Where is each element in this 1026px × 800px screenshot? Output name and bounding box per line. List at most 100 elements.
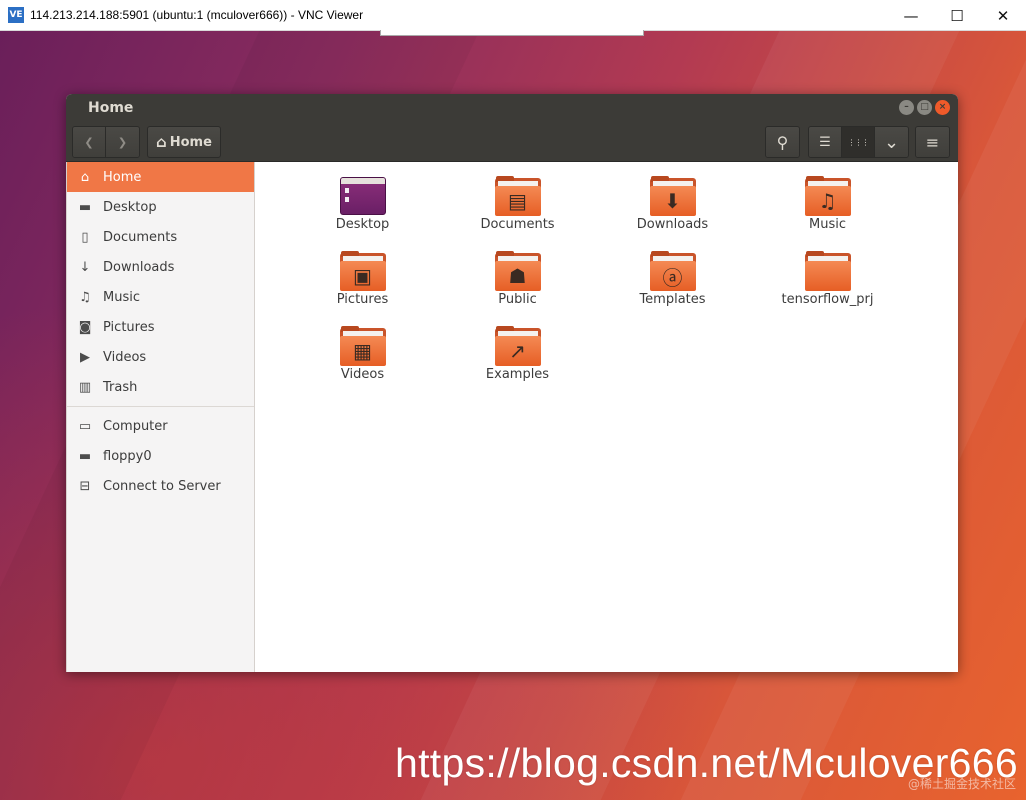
templates-folder-icon: ⓐ [649, 251, 697, 291]
home-icon: ⌂ [80, 169, 90, 185]
sidebar: ⌂ Home ▬ Desktop ▯ Documents ↓ Downloads ♫ Music ◙… [66, 162, 255, 672]
music-icon: ♫ [79, 289, 91, 305]
file-label: Downloads [636, 217, 709, 232]
file-item-public[interactable]: ☗ Public [440, 251, 595, 326]
trash-icon: ▥ [78, 379, 92, 395]
menu-button-group: ≡ [915, 126, 950, 158]
sidebar-item-label: Downloads [103, 259, 175, 275]
grid-view-button[interactable]: ⋮⋮⋮ [842, 127, 875, 157]
forward-button[interactable]: ❯ [106, 127, 139, 157]
sidebar-item-label: Music [103, 289, 140, 305]
folder-emblem: ⬇ [664, 189, 681, 213]
downloads-folder-icon: ⬇ [649, 176, 697, 216]
file-item-templates[interactable]: ⓐ Templates [595, 251, 750, 326]
search-button[interactable]: ⚲ [766, 127, 799, 157]
vnc-maximize-button[interactable]: ☐ [934, 0, 980, 31]
sidebar-item-label: floppy0 [103, 448, 152, 464]
sidebar-item-label: Pictures [103, 319, 155, 335]
window-title: Home [88, 100, 134, 116]
path-bar-home-button[interactable]: ⌂ Home [147, 126, 221, 158]
file-label: tensorflow_prj [781, 292, 874, 307]
folder-emblem: ▦ [353, 339, 372, 363]
file-view[interactable]: Desktop ▤ Documents ⬇ Downloads ♫ Music ▣ Pictur… [255, 162, 958, 672]
view-options-button[interactable]: ⌄ [875, 127, 908, 157]
file-manager-title-bar[interactable]: Home – □ × [66, 94, 958, 122]
sidebar-item-home[interactable]: ⌂ Home [67, 162, 254, 192]
computer-icon: ▭ [78, 418, 92, 434]
window-maximize-button[interactable]: □ [917, 100, 932, 115]
folder-emblem: ☗ [508, 264, 527, 288]
list-icon: ☰ [819, 134, 831, 150]
sidebar-item-floppy0[interactable]: ▬ floppy0 [67, 441, 254, 471]
back-button[interactable]: ❮ [73, 127, 106, 157]
home-icon: ⌂ [156, 133, 167, 151]
navigation-buttons: ❮ ❯ [72, 126, 140, 158]
vnc-minimize-button[interactable]: — [888, 0, 934, 31]
examples-folder-icon: ↗ [494, 326, 542, 366]
sidebar-item-label: Videos [103, 349, 147, 365]
file-item-documents[interactable]: ▤ Documents [440, 176, 595, 251]
folder-emblem: ♫ [818, 189, 837, 213]
server-icon: ⊟ [79, 478, 91, 494]
watermark-community: @稀土掘金技术社区 [907, 777, 1016, 791]
vnc-logo-icon: VE [8, 7, 24, 23]
chevron-down-icon: ⌄ [883, 131, 900, 153]
view-buttons: ☰ ⋮⋮⋮ ⌄ [808, 126, 909, 158]
sidebar-item-downloads[interactable]: ↓ Downloads [67, 252, 254, 282]
sidebar-item-connect-to-server[interactable]: ⊟ Connect to Server [67, 471, 254, 501]
videos-folder-icon: ▦ [339, 326, 387, 366]
file-label: Desktop [335, 217, 390, 232]
sidebar-item-label: Trash [103, 379, 138, 395]
sidebar-item-trash[interactable]: ▥ Trash [67, 372, 254, 402]
desktop-folder-icon [339, 176, 387, 216]
sidebar-separator [67, 406, 254, 407]
chevron-left-icon: ❮ [84, 135, 94, 149]
vnc-window-controls: — ☐ ✕ [888, 0, 1026, 31]
file-item-music[interactable]: ♫ Music [750, 176, 905, 251]
video-icon: ▶ [80, 349, 90, 365]
documents-folder-icon: ▤ [494, 176, 542, 216]
menu-button[interactable]: ≡ [916, 127, 949, 157]
sidebar-item-desktop[interactable]: ▬ Desktop [67, 192, 254, 222]
path-bar-label: Home [169, 134, 212, 150]
camera-icon: ◙ [78, 319, 92, 335]
file-item-tensorflow-prj[interactable]: tensorflow_prj [750, 251, 905, 326]
sidebar-places: ⌂ Home ▬ Desktop ▯ Documents ↓ Downloads ♫ Music ◙… [67, 162, 254, 402]
drive-icon: ▬ [78, 448, 92, 464]
window-close-button[interactable]: × [935, 100, 950, 115]
file-item-videos[interactable]: ▦ Videos [285, 326, 440, 401]
documents-icon: ▯ [81, 229, 89, 245]
folder-emblem: ⓐ [662, 265, 683, 290]
chevron-right-icon: ❯ [117, 135, 128, 149]
file-manager-body: ⌂ Home ▬ Desktop ▯ Documents ↓ Downloads ♫ Music ◙… [66, 162, 958, 672]
file-item-pictures[interactable]: ▣ Pictures [285, 251, 440, 326]
pictures-folder-icon: ▣ [339, 251, 387, 291]
vnc-toolbar-tab[interactable] [380, 30, 644, 36]
list-view-button[interactable]: ☰ [809, 127, 842, 157]
window-controls: – □ × [899, 100, 950, 115]
file-label: Documents [480, 217, 555, 232]
file-label: Music [809, 217, 846, 232]
sidebar-item-videos[interactable]: ▶ Videos [67, 342, 254, 372]
file-manager-window: Home – □ × ❮ ❯ ⌂ Home ⚲ ☰ ⋮⋮⋮ ⌄ ≡ ⌂ Home ▬… [66, 94, 958, 672]
music-folder-icon: ♫ [804, 176, 852, 216]
sidebar-item-pictures[interactable]: ◙ Pictures [67, 312, 254, 342]
downloads-icon: ↓ [79, 259, 91, 275]
file-label: Videos [340, 367, 385, 382]
file-label: Pictures [336, 292, 389, 307]
sidebar-item-computer[interactable]: ▭ Computer [67, 411, 254, 441]
sidebar-item-label: Documents [103, 229, 178, 245]
sidebar-item-label: Desktop [103, 199, 157, 215]
folder-emblem: ↗ [509, 339, 526, 363]
file-item-desktop[interactable]: Desktop [285, 176, 440, 251]
file-item-examples[interactable]: ↗ Examples [440, 326, 595, 401]
sidebar-item-label: Computer [103, 418, 168, 434]
file-item-downloads[interactable]: ⬇ Downloads [595, 176, 750, 251]
sidebar-item-music[interactable]: ♫ Music [67, 282, 254, 312]
window-minimize-button[interactable]: – [899, 100, 914, 115]
file-label: Templates [639, 292, 706, 307]
search-icon: ⚲ [776, 132, 789, 152]
sidebar-item-documents[interactable]: ▯ Documents [67, 222, 254, 252]
vnc-close-button[interactable]: ✕ [980, 0, 1026, 31]
grid-icon: ⋮⋮⋮ [847, 137, 870, 147]
